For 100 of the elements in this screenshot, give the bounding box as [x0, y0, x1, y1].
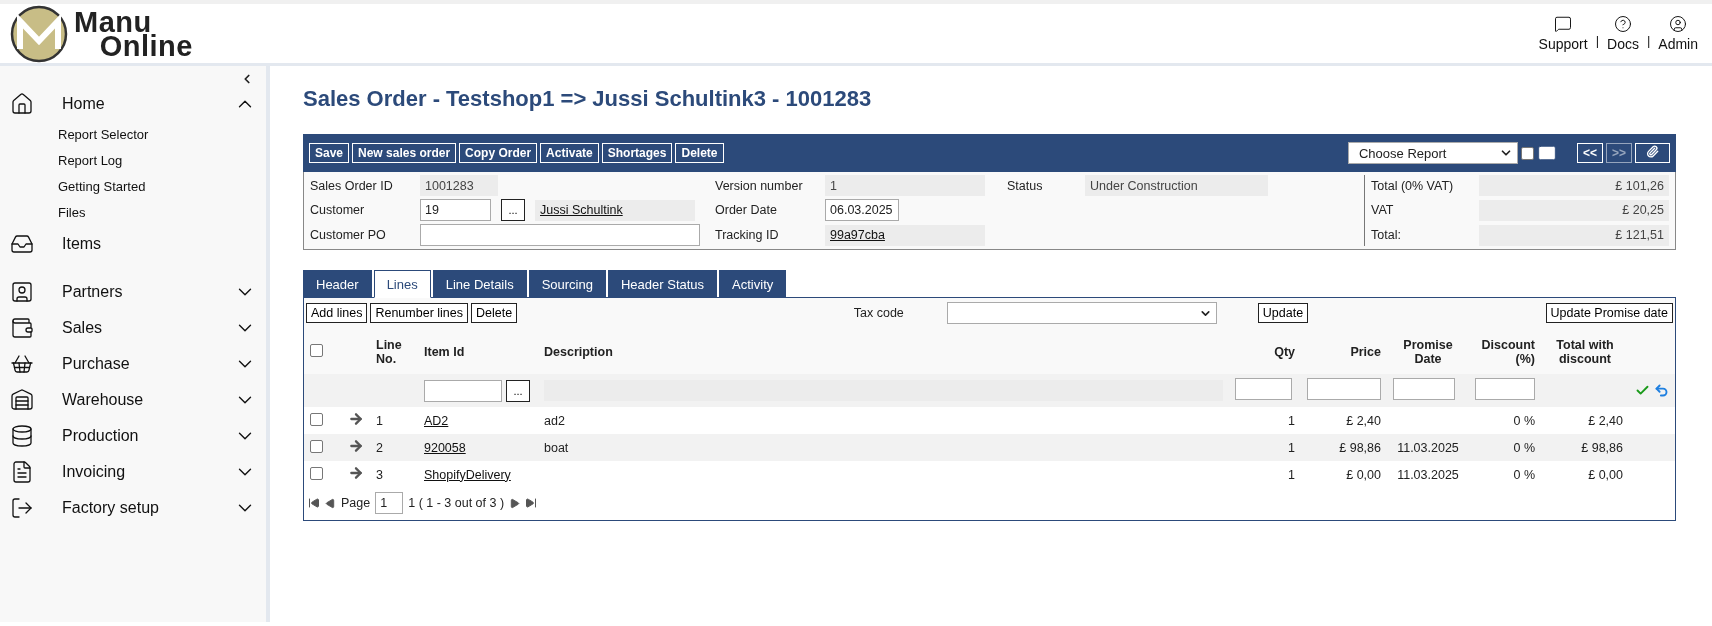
attach-button[interactable]: [1635, 143, 1670, 163]
table-cell: 0 %: [1469, 461, 1541, 488]
column-header: Discount (%): [1469, 328, 1541, 374]
price-field[interactable]: [1307, 378, 1381, 400]
table-cell: 11.03.2025: [1387, 461, 1469, 488]
lines-button[interactable]: Add lines: [306, 303, 368, 323]
last-page-icon[interactable]: [525, 497, 538, 509]
tax-code-label: Tax code: [853, 306, 904, 320]
chat-icon: [1554, 15, 1573, 33]
page-title: Sales Order - Testshop1 => Jussi Schultink3 - 1001283: [303, 86, 873, 112]
item-id-field[interactable]: [424, 379, 502, 402]
row-checkbox[interactable]: [310, 466, 323, 480]
top-link[interactable]: Docs: [1607, 15, 1639, 52]
sidebar-item[interactable]: Invoicing: [0, 454, 266, 490]
sidebar-subitem[interactable]: Getting Started: [0, 174, 266, 200]
table-cell: 1: [370, 407, 418, 434]
top-link[interactable]: Admin: [1658, 15, 1698, 52]
field-label: Sales Order ID: [310, 178, 394, 193]
customer-po-field[interactable]: [420, 224, 700, 246]
item-link[interactable]: AD2: [424, 413, 449, 428]
tab[interactable]: Sourcing: [528, 270, 606, 298]
qty-field[interactable]: [1235, 378, 1292, 400]
sidebar-item[interactable]: Purchase: [0, 346, 266, 382]
toolbar-button[interactable]: Save: [309, 143, 350, 163]
update-button[interactable]: Update: [1257, 303, 1309, 323]
toolbar-button[interactable]: Delete: [675, 143, 724, 163]
item-link[interactable]: 920058: [424, 440, 466, 455]
sidebar-item[interactable]: Partners: [0, 274, 266, 310]
lookup-button[interactable]: ...: [506, 379, 530, 402]
table-cell: 0 %: [1469, 407, 1541, 434]
column-header: Total with discount: [1541, 328, 1629, 374]
row-checkbox[interactable]: [310, 412, 323, 426]
row-checkbox[interactable]: [310, 439, 323, 453]
nav-button[interactable]: <<: [1576, 143, 1603, 163]
table-cell: 1: [1229, 434, 1301, 461]
total-label: VAT: [1371, 203, 1395, 218]
report-select[interactable]: Choose Report: [1347, 142, 1518, 164]
version-field: 1: [825, 175, 985, 196]
tracking-link[interactable]: 99a97cba: [830, 228, 885, 242]
sidebar-item[interactable]: Factory setup: [0, 490, 266, 526]
tab[interactable]: Line Details: [432, 270, 527, 298]
first-page-icon[interactable]: [308, 497, 320, 509]
select-all-checkbox[interactable]: [310, 344, 323, 357]
tab[interactable]: Activity: [719, 270, 787, 298]
promise-date-field[interactable]: [1393, 378, 1455, 400]
arrow-right-icon[interactable]: [348, 411, 364, 427]
column-header: Description: [538, 328, 1229, 374]
lookup-button[interactable]: ...: [501, 199, 525, 221]
order-date-field[interactable]: 06.03.2025: [825, 199, 899, 221]
table-cell: 0 %: [1469, 434, 1541, 461]
sidebar-item[interactable]: Items: [0, 226, 266, 262]
home-icon: [10, 92, 34, 116]
customer-field[interactable]: 19: [420, 199, 491, 221]
document-icon: [10, 460, 34, 484]
update-promise-button[interactable]: Update Promise date: [1545, 303, 1673, 323]
next-page-icon[interactable]: [509, 497, 521, 509]
page-field[interactable]: 1: [375, 492, 404, 514]
sidebar-item[interactable]: Production: [0, 418, 266, 454]
total-value: £ 101,26: [1479, 175, 1669, 197]
field-label: Order Date: [715, 203, 778, 217]
previous-page-icon[interactable]: [325, 497, 336, 509]
mail-icon[interactable]: [1536, 143, 1557, 163]
sidebar-item[interactable]: Home: [0, 86, 266, 122]
table-cell: £ 98,86: [1301, 434, 1387, 461]
table-cell: 1: [1229, 407, 1301, 434]
toolbar-button[interactable]: New sales order: [352, 143, 457, 163]
tab[interactable]: Header Status: [607, 270, 718, 298]
lines-button[interactable]: Renumber lines: [370, 303, 468, 323]
field-label: Version number: [715, 178, 804, 193]
arrow-right-icon[interactable]: [348, 438, 364, 454]
sales-order-id-field: 1001283: [420, 175, 498, 196]
tab[interactable]: Lines: [373, 270, 431, 298]
discount-field[interactable]: [1475, 378, 1535, 400]
email-checkbox[interactable]: [1520, 146, 1534, 160]
top-link[interactable]: Support: [1538, 15, 1588, 52]
lines-button[interactable]: Delete: [471, 303, 518, 323]
arrow-right-icon[interactable]: [348, 465, 364, 481]
page-label: Page: [341, 496, 371, 510]
sidebar-subitem[interactable]: Report Log: [0, 148, 266, 174]
field-label: Customer PO: [310, 228, 387, 242]
item-link[interactable]: ShopifyDelivery: [424, 467, 511, 482]
sidebar-subitem[interactable]: Report Selector: [0, 122, 266, 148]
confirm-icon[interactable]: [1635, 383, 1650, 398]
sidebar-item[interactable]: Warehouse: [0, 382, 266, 418]
toolbar-button[interactable]: Copy Order: [459, 143, 538, 163]
toolbar-button[interactable]: Shortages: [601, 143, 673, 163]
field-label: Tracking ID: [715, 228, 780, 242]
table-cell: £ 2,40: [1301, 407, 1387, 434]
status-field: Under Construction: [1085, 175, 1268, 196]
undo-icon[interactable]: [1654, 383, 1669, 398]
page-summary: 1 ( 1 - 3 out of 3 ): [408, 496, 505, 510]
tax-code-select[interactable]: [946, 302, 1217, 324]
sidebar-item[interactable]: Sales: [0, 310, 266, 346]
column-header: Price: [1301, 328, 1387, 374]
sidebar-subitem[interactable]: Files: [0, 200, 266, 226]
table-cell: £ 2,40: [1541, 407, 1629, 434]
toolbar-button[interactable]: Activate: [540, 143, 599, 163]
tab[interactable]: Header: [303, 270, 372, 298]
exit-icon: [10, 496, 34, 520]
customer-link[interactable]: Jussi Schultink: [540, 203, 623, 217]
